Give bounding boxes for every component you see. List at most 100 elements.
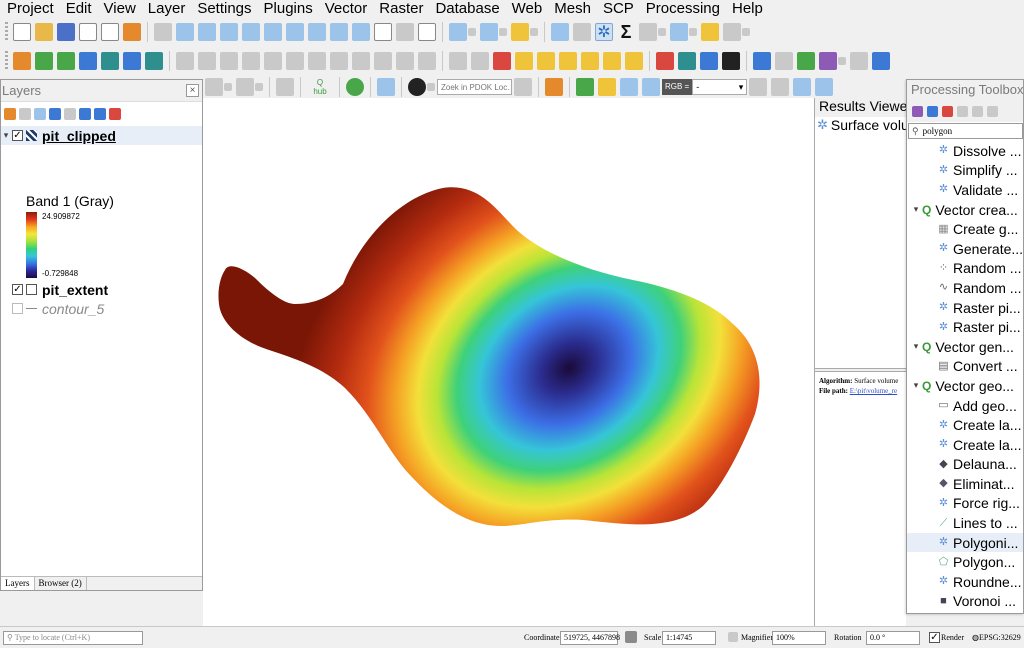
modify-attributes-icon[interactable] xyxy=(286,52,304,70)
statistics-sigma-icon[interactable]: Σ xyxy=(617,23,635,41)
data-source-manager-icon[interactable] xyxy=(13,52,31,70)
menu-web[interactable]: Web xyxy=(506,0,549,17)
menu-vector[interactable]: Vector xyxy=(319,0,374,17)
refresh-icon[interactable] xyxy=(418,23,436,41)
add-mesh-layer-icon[interactable] xyxy=(79,52,97,70)
scp-histogram-icon[interactable] xyxy=(749,78,768,96)
chevron-down-icon[interactable] xyxy=(689,28,697,36)
algorithm-item[interactable]: ✲ Create la... xyxy=(907,435,1023,455)
rgb-combo[interactable]: - ▾ xyxy=(692,79,748,95)
file-path-link[interactable]: E:\pit\volume_re xyxy=(850,387,897,395)
cut-features-icon[interactable] xyxy=(330,52,348,70)
models-icon[interactable] xyxy=(912,105,923,117)
scp-spectral-icon[interactable] xyxy=(771,78,790,96)
menu-mesh[interactable]: Mesh xyxy=(548,0,597,17)
menu-plugins[interactable]: Plugins xyxy=(258,0,319,17)
toggle-extents-icon[interactable] xyxy=(625,631,637,643)
algorithm-group[interactable]: ▾ Q Vector crea... xyxy=(907,200,1023,220)
delete-selected-icon[interactable] xyxy=(308,52,326,70)
menu-edit[interactable]: Edit xyxy=(60,0,98,17)
open-project-icon[interactable] xyxy=(35,23,53,41)
filter-by-expression-icon[interactable] xyxy=(64,108,76,120)
algorithm-item[interactable]: ⟋ Lines to ... xyxy=(907,513,1023,533)
label-change-icon[interactable] xyxy=(559,52,577,70)
pdok-search-input[interactable] xyxy=(437,79,512,95)
clear-search-icon[interactable] xyxy=(514,78,532,96)
zoom-next-icon[interactable] xyxy=(352,23,370,41)
layout-manager-icon[interactable] xyxy=(101,23,119,41)
algorithm-item[interactable]: ∿ Random ... xyxy=(907,278,1023,298)
menu-raster[interactable]: Raster xyxy=(373,0,429,17)
identify-icon[interactable] xyxy=(551,23,569,41)
measure-icon[interactable] xyxy=(670,23,688,41)
menu-view[interactable]: View xyxy=(98,0,142,17)
layer-row-contour-5[interactable]: contour_5 xyxy=(1,299,201,318)
toolbar-grip[interactable] xyxy=(5,51,8,71)
plugin-tool-icon[interactable] xyxy=(775,52,793,70)
render-checkbox[interactable]: ✓ xyxy=(929,632,940,643)
locator-search-field[interactable]: ⚲ Type to locate (Ctrl+K) xyxy=(3,631,143,645)
scp-tools-icon[interactable] xyxy=(598,78,616,96)
menu-processing[interactable]: Processing xyxy=(640,0,726,17)
algorithm-item[interactable]: ✲ Raster pi... xyxy=(907,317,1023,337)
pdok-locator-icon[interactable] xyxy=(408,78,426,96)
pan-to-selection-icon[interactable] xyxy=(176,23,194,41)
deselect-features-icon[interactable] xyxy=(511,23,529,41)
chevron-down-icon[interactable] xyxy=(658,28,666,36)
field-calculator-icon[interactable] xyxy=(639,23,657,41)
paste-features-icon[interactable] xyxy=(374,52,392,70)
globe-icon[interactable] xyxy=(700,52,718,70)
add-spatialite-icon[interactable] xyxy=(123,52,141,70)
tab-layers[interactable]: Layers xyxy=(1,577,35,590)
python-console-icon[interactable] xyxy=(753,52,771,70)
splitter-handle[interactable] xyxy=(815,368,907,372)
label-highlight-icon[interactable] xyxy=(493,52,511,70)
overflow-chevron-icon[interactable] xyxy=(850,52,868,70)
chevron-down-icon[interactable] xyxy=(530,28,538,36)
menu-help[interactable]: Help xyxy=(726,0,769,17)
scp-search-icon[interactable] xyxy=(815,78,834,96)
algorithm-item[interactable]: ■ Voronoi ... xyxy=(907,592,1023,612)
batch-icon[interactable] xyxy=(942,105,953,117)
label-move-icon[interactable] xyxy=(515,52,533,70)
algorithm-item[interactable]: ▭ Add geo... xyxy=(907,396,1023,416)
map-tips-icon[interactable] xyxy=(701,23,719,41)
copy-features-icon[interactable] xyxy=(352,52,370,70)
expand-arrow-icon[interactable]: ▾ xyxy=(910,204,922,215)
vertex-tool-icon[interactable] xyxy=(264,52,282,70)
expand-arrow-icon[interactable]: ▾ xyxy=(910,380,922,391)
algorithm-item[interactable]: ✲ Simplify ... xyxy=(907,161,1023,181)
scp-zoom-icon[interactable] xyxy=(620,78,638,96)
algorithm-item[interactable]: ◆ Delauna... xyxy=(907,455,1023,475)
geolocate-icon[interactable] xyxy=(678,52,696,70)
diagram-move-icon[interactable] xyxy=(581,52,599,70)
magnifier-field[interactable]: 100% xyxy=(772,631,826,645)
new-map-view-icon[interactable] xyxy=(374,23,392,41)
label-show-hide-icon[interactable] xyxy=(603,52,621,70)
algorithm-item[interactable]: ⁘ Random ... xyxy=(907,259,1023,279)
algorithm-item[interactable]: ✲ Create la... xyxy=(907,415,1023,435)
filter-icon[interactable] xyxy=(49,108,61,120)
zoom-selection-icon[interactable] xyxy=(264,23,282,41)
toggle-editing-icon[interactable] xyxy=(198,52,216,70)
lock-scale-icon[interactable] xyxy=(728,632,738,642)
zoom-full-icon[interactable] xyxy=(242,23,260,41)
expand-arrow-icon[interactable]: ▾ xyxy=(910,341,922,352)
expand-arrow-icon[interactable]: ▾ xyxy=(1,130,11,141)
crs-button[interactable]: ◍EPSG:32629 xyxy=(972,631,1021,645)
scripts-icon[interactable] xyxy=(927,105,938,117)
add-delimited-text-icon[interactable] xyxy=(101,52,119,70)
current-edits-icon[interactable] xyxy=(176,52,194,70)
algorithm-item[interactable]: ✲ Polygoni... xyxy=(907,532,1023,553)
layer-visibility-checkbox[interactable] xyxy=(12,303,23,314)
layer-visibility-checkbox[interactable]: ✓ xyxy=(12,284,23,295)
algorithm-item[interactable]: ✲ Validate ... xyxy=(907,180,1023,200)
chevron-down-icon[interactable] xyxy=(499,28,507,36)
add-raster-layer-icon[interactable] xyxy=(57,52,75,70)
coordinate-field[interactable]: 519725, 4467898 xyxy=(560,631,620,645)
algorithm-item[interactable]: ▤ Convert ... xyxy=(907,357,1023,377)
new-print-layout-icon[interactable] xyxy=(79,23,97,41)
pan-icon[interactable] xyxy=(154,23,172,41)
algorithm-item[interactable]: ✲ Dissolve ... xyxy=(907,141,1023,161)
chevron-down-icon[interactable] xyxy=(468,28,476,36)
